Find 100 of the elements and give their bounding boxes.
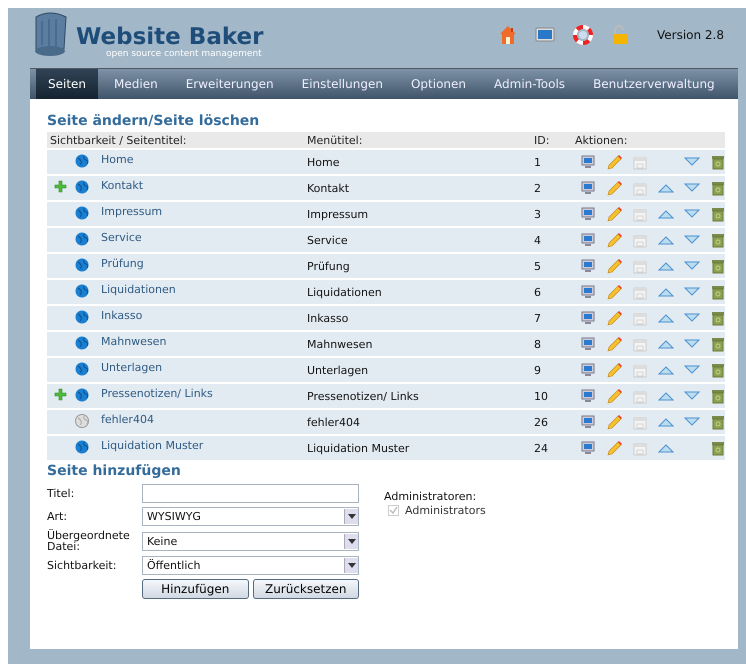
pencil-icon[interactable] (606, 232, 622, 248)
down-arrow-icon[interactable] (684, 391, 700, 401)
calendar-icon (633, 388, 647, 404)
pencil-icon[interactable] (606, 180, 622, 196)
up-arrow-icon[interactable] (658, 391, 674, 401)
page-title-link[interactable]: Impressum (101, 205, 307, 218)
monitor-icon[interactable] (581, 259, 595, 273)
monitor-icon[interactable] (581, 441, 595, 455)
monitor-icon[interactable] (581, 389, 595, 403)
bin-icon[interactable] (711, 414, 725, 430)
bin-icon[interactable] (711, 310, 725, 326)
page-title-link[interactable]: Pressenotizen/ Links (101, 387, 307, 400)
up-arrow-icon[interactable] (658, 339, 674, 349)
plus-icon[interactable] (54, 388, 67, 401)
nav-tab[interactable]: Optionen (398, 69, 478, 99)
nav-tab[interactable]: Erweiterungen (174, 69, 286, 99)
pencil-icon[interactable] (606, 206, 622, 222)
page-title-link[interactable]: Mahnwesen (101, 335, 307, 348)
nav-tab[interactable]: Medien (102, 69, 170, 99)
table-cell-text: 9 (534, 364, 542, 376)
monitor-icon[interactable] (581, 285, 595, 299)
page-title-link[interactable]: Liquidation Muster (101, 439, 307, 452)
table-cell-text: 5 (534, 260, 542, 272)
monitor-icon[interactable] (534, 27, 555, 43)
down-arrow-icon[interactable] (684, 157, 700, 167)
up-arrow-icon[interactable] (658, 417, 674, 427)
bin-icon[interactable] (711, 336, 725, 352)
monitor-icon[interactable] (581, 207, 595, 221)
bin-icon[interactable] (711, 180, 725, 196)
page-title-link[interactable]: Prüfung (101, 257, 307, 270)
monitor-icon[interactable] (581, 181, 595, 195)
pencil-icon[interactable] (606, 310, 622, 326)
home-icon[interactable] (498, 25, 517, 45)
page-title-link[interactable]: Service (101, 231, 307, 244)
calendar-icon (633, 206, 647, 222)
page-title-link[interactable]: Kontakt (101, 179, 307, 192)
up-arrow-icon[interactable] (658, 287, 674, 297)
bin-icon[interactable] (711, 154, 725, 170)
bin-icon[interactable] (711, 284, 725, 300)
calendar-icon (633, 414, 647, 430)
pencil-icon[interactable] (606, 336, 622, 352)
column-header: ID: (534, 134, 550, 146)
page-title-link[interactable]: Unterlagen (101, 361, 307, 374)
up-arrow-icon[interactable] (658, 443, 674, 453)
monitor-icon[interactable] (581, 311, 595, 325)
pencil-icon[interactable] (606, 414, 622, 430)
dropdown[interactable]: WYSIWYG (142, 507, 359, 526)
pencil-icon[interactable] (606, 440, 622, 456)
form-button[interactable]: Zurücksetzen (252, 579, 359, 599)
down-arrow-icon[interactable] (684, 261, 700, 271)
nav-tab[interactable]: Einstellungen (290, 69, 395, 99)
nav-tab[interactable]: Seiten (36, 69, 98, 99)
page-title-link[interactable]: fehler404 (101, 413, 307, 426)
bin-icon[interactable] (711, 232, 725, 248)
monitor-icon[interactable] (581, 363, 595, 377)
down-arrow-icon[interactable] (684, 209, 700, 219)
up-arrow-icon[interactable] (658, 261, 674, 271)
pencil-icon[interactable] (606, 388, 622, 404)
up-arrow-icon[interactable] (658, 313, 674, 323)
monitor-icon[interactable] (581, 233, 595, 247)
down-arrow-icon[interactable] (684, 313, 700, 323)
bin-icon[interactable] (711, 388, 725, 404)
monitor-icon[interactable] (581, 155, 595, 169)
down-arrow-icon[interactable] (684, 339, 700, 349)
pencil-icon[interactable] (606, 284, 622, 300)
logo-subtitle: open source content management (106, 49, 263, 59)
up-arrow-icon[interactable] (658, 235, 674, 245)
nav-tab[interactable]: Benutzerverwaltung (581, 69, 727, 99)
pencil-icon[interactable] (606, 362, 622, 378)
down-arrow-icon[interactable] (684, 365, 700, 375)
bin-icon[interactable] (711, 362, 725, 378)
down-arrow-icon[interactable] (684, 287, 700, 297)
nav-tab[interactable]: Admin-Tools (482, 69, 578, 99)
text-field[interactable] (142, 484, 359, 503)
up-arrow-icon[interactable] (658, 365, 674, 375)
bin-icon[interactable] (711, 206, 725, 222)
down-arrow-icon[interactable] (684, 235, 700, 245)
table-cell-text: 2 (534, 182, 542, 194)
monitor-icon[interactable] (581, 415, 595, 429)
checkbox-label: Administrators (405, 504, 486, 517)
up-arrow-icon[interactable] (658, 183, 674, 193)
bin-icon[interactable] (711, 258, 725, 274)
dropdown[interactable]: Öffentlich (142, 556, 359, 575)
down-arrow-icon[interactable] (684, 183, 700, 193)
up-arrow-icon[interactable] (658, 209, 674, 219)
page-title-link[interactable]: Home (101, 153, 307, 166)
form-button[interactable]: Hinzufügen (142, 579, 248, 599)
caret-icon (348, 563, 356, 568)
page-title-link[interactable]: Liquidationen (101, 283, 307, 296)
dropdown[interactable]: Keine (142, 532, 359, 550)
plus-icon[interactable] (54, 180, 67, 193)
pencil-icon[interactable] (606, 154, 622, 170)
calendar-icon (633, 232, 647, 248)
pencil-icon[interactable] (606, 258, 622, 274)
bin-icon[interactable] (711, 440, 725, 456)
monitor-icon[interactable] (581, 337, 595, 351)
down-arrow-icon[interactable] (684, 417, 700, 427)
page-title-link[interactable]: Inkasso (101, 309, 307, 322)
lifebuoy-icon[interactable] (572, 25, 593, 45)
version-label: Version 2.8 (656, 28, 724, 42)
